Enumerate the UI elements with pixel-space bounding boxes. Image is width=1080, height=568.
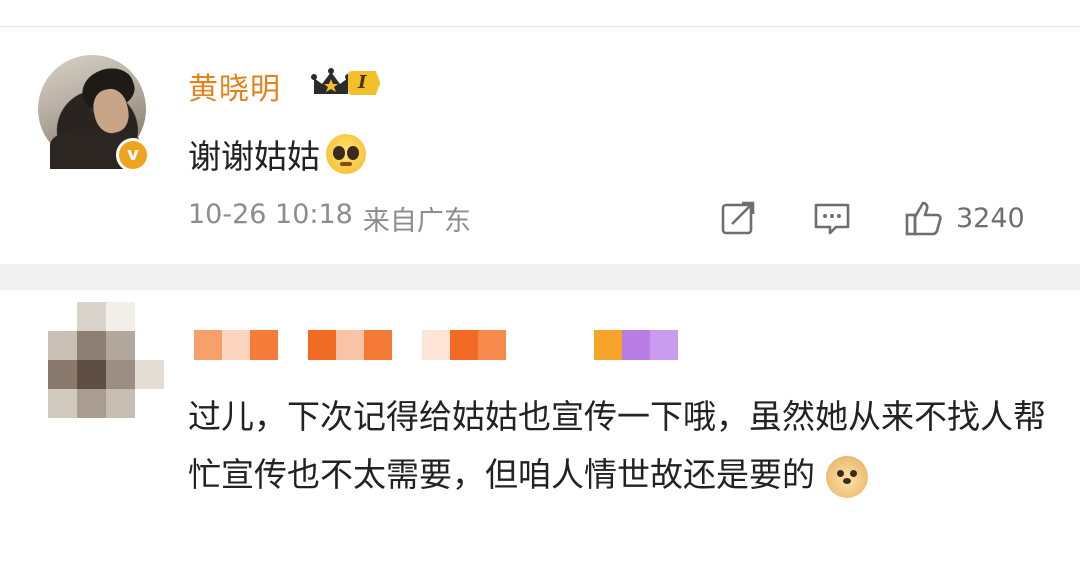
blurred-avatar[interactable] bbox=[48, 302, 164, 418]
post-username[interactable]: 黄晓明 bbox=[188, 64, 281, 108]
pleading-face-icon bbox=[326, 134, 366, 174]
doge-icon bbox=[825, 455, 868, 498]
section-divider bbox=[0, 264, 1080, 290]
post-date: 10-26 10:18 bbox=[188, 199, 353, 230]
verified-badge-icon: v bbox=[116, 138, 150, 172]
rank-badge[interactable]: I bbox=[310, 64, 381, 102]
crown-icon bbox=[310, 68, 352, 98]
comment-button[interactable] bbox=[812, 196, 852, 240]
post-meta: 10-26 10:18 来自广东 bbox=[188, 199, 471, 238]
rank-level: I bbox=[348, 71, 381, 95]
like-count: 3240 bbox=[956, 202, 1025, 234]
share-icon bbox=[721, 201, 755, 235]
blurred-username[interactable] bbox=[194, 330, 678, 360]
like-button[interactable]: 3240 bbox=[904, 196, 1025, 240]
post-location: 来自广东 bbox=[362, 206, 471, 237]
thumbs-up-icon bbox=[905, 201, 942, 236]
share-button[interactable] bbox=[718, 196, 758, 240]
comment-icon bbox=[814, 203, 850, 235]
comment-text: 过儿，下次记得给姑姑也宣传一下哦，虽然她从来不找人帮忙宣传也不太需要，但咱人情世… bbox=[188, 388, 1048, 504]
comment-text-body: 过儿，下次记得给姑姑也宣传一下哦，虽然她从来不找人帮忙宣传也不太需要，但咱人情世… bbox=[188, 397, 1046, 494]
post-message: 谢谢姑姑 bbox=[188, 130, 366, 178]
top-edge bbox=[0, 0, 1080, 27]
post-message-text: 谢谢姑姑 bbox=[188, 137, 320, 176]
